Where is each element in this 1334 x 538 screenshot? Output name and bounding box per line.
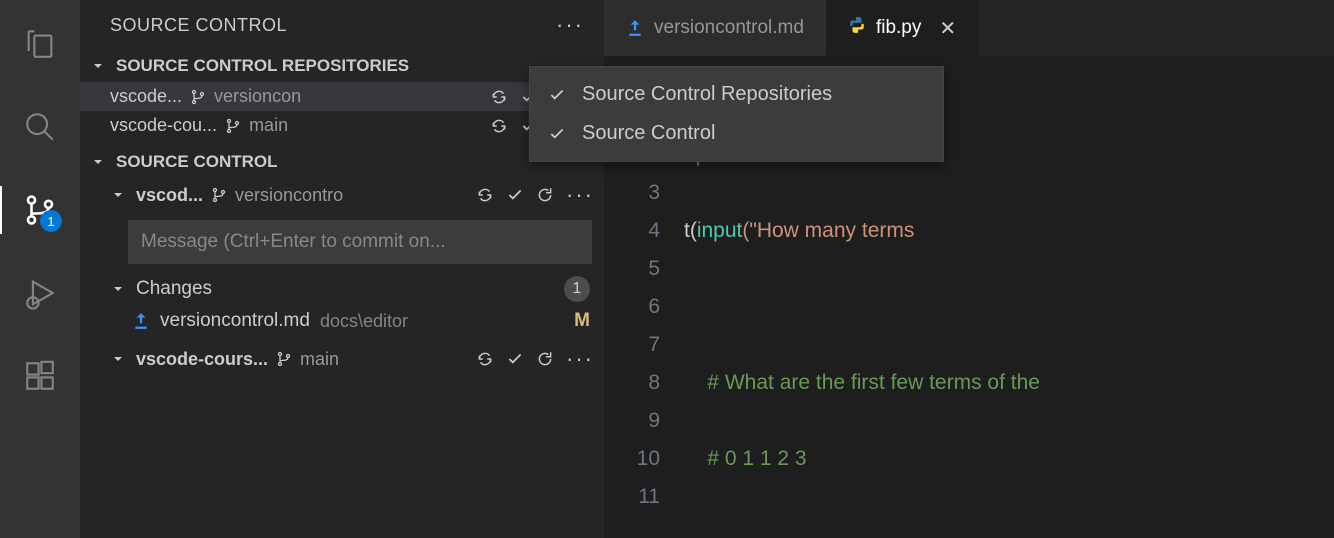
scm-header-label: SOURCE CONTROL (116, 152, 278, 172)
chevron-down-icon (110, 351, 128, 367)
explorer-icon[interactable] (16, 20, 64, 68)
more-icon[interactable]: ··· (566, 346, 594, 372)
branch-icon (211, 187, 227, 203)
file-icon (626, 19, 644, 37)
branch-icon (225, 118, 241, 134)
repo-row[interactable]: vscode-cou... main ·· (80, 111, 604, 140)
check-icon[interactable] (506, 350, 524, 368)
file-name: versioncontrol.md (160, 310, 310, 332)
debug-icon[interactable] (16, 269, 64, 317)
python-icon (848, 16, 866, 40)
check-icon (548, 86, 568, 104)
chevron-down-icon (110, 187, 128, 203)
commit-message-input[interactable]: Message (Ctrl+Enter to commit on... (128, 220, 592, 264)
file-path: docs\editor (320, 311, 408, 332)
chevron-down-icon (110, 281, 128, 297)
sync-icon[interactable] (490, 88, 508, 106)
scm-repo-name: vscode-cours... (136, 349, 268, 370)
context-menu: Source Control Repositories Source Contr… (529, 66, 944, 162)
tabs: versioncontrol.md fib.py ✕ (604, 0, 1334, 56)
branch-name: versioncon (214, 86, 301, 107)
editor: versioncontrol.md fib.py ✕ Source Contro… (604, 0, 1334, 538)
check-icon[interactable] (506, 186, 524, 204)
menu-label: Source Control Repositories (582, 83, 832, 106)
chevron-down-icon (90, 154, 108, 170)
sidebar-title: SOURCE CONTROL (110, 15, 287, 36)
check-icon (548, 125, 568, 143)
tab-fib[interactable]: fib.py ✕ (826, 0, 978, 56)
changes-label: Changes (136, 278, 212, 300)
tab-label: versioncontrol.md (654, 17, 804, 39)
extensions-icon[interactable] (16, 352, 64, 400)
close-icon[interactable]: ✕ (939, 16, 956, 41)
more-icon[interactable]: ··· (566, 182, 594, 208)
repo-row[interactable]: vscode... versioncon ·· (80, 82, 604, 111)
sync-icon[interactable] (476, 350, 494, 368)
menu-item-repos[interactable]: Source Control Repositories (530, 75, 943, 114)
branch-icon (276, 351, 292, 367)
scm-repo-row[interactable]: vscod... versioncontro ··· (80, 178, 604, 212)
file-icon (132, 312, 150, 330)
chevron-down-icon (90, 58, 108, 74)
sync-icon[interactable] (476, 186, 494, 204)
scm-repo-name: vscod... (136, 185, 203, 206)
repos-section-header[interactable]: SOURCE CONTROL REPOSITORIES (80, 50, 604, 82)
file-status: M (574, 310, 590, 332)
tab-versioncontrol[interactable]: versioncontrol.md (604, 0, 826, 56)
sidebar: SOURCE CONTROL ··· SOURCE CONTROL REPOSI… (80, 0, 604, 538)
row-actions: ··· (476, 346, 594, 372)
activity-bar: 1 (0, 0, 80, 538)
scm-section-header[interactable]: SOURCE CONTROL (80, 146, 604, 178)
branch-icon (190, 89, 206, 105)
source-control-icon[interactable]: 1 (16, 186, 64, 234)
code-area[interactable]: 3 4 5 6 7 8 9 10 11 oproach t(input("How… (604, 98, 1334, 538)
branch-name: main (300, 349, 339, 370)
changed-file-row[interactable]: versioncontrol.md docs\editor M (80, 306, 604, 336)
scm-repo-row[interactable]: vscode-cours... main ··· (80, 342, 604, 376)
repo-name: vscode... (110, 86, 182, 107)
code-lines: oproach t(input("How many terms # What a… (684, 98, 1334, 538)
search-icon[interactable] (16, 103, 64, 151)
more-icon[interactable]: ··· (556, 12, 584, 38)
changes-count: 1 (564, 276, 590, 302)
repos-header-label: SOURCE CONTROL REPOSITORIES (116, 56, 409, 76)
scm-badge: 1 (40, 210, 62, 232)
refresh-icon[interactable] (536, 186, 554, 204)
row-actions: ··· (476, 182, 594, 208)
menu-item-scm[interactable]: Source Control (530, 114, 943, 153)
branch-name: main (249, 115, 288, 136)
refresh-icon[interactable] (536, 350, 554, 368)
changes-header[interactable]: Changes 1 (80, 272, 604, 306)
gutter: 3 4 5 6 7 8 9 10 11 (604, 98, 684, 538)
repo-name: vscode-cou... (110, 115, 217, 136)
sync-icon[interactable] (490, 117, 508, 135)
sidebar-header: SOURCE CONTROL ··· (80, 0, 604, 50)
menu-label: Source Control (582, 122, 715, 145)
branch-name: versioncontro (235, 185, 343, 206)
tab-label: fib.py (876, 17, 921, 39)
